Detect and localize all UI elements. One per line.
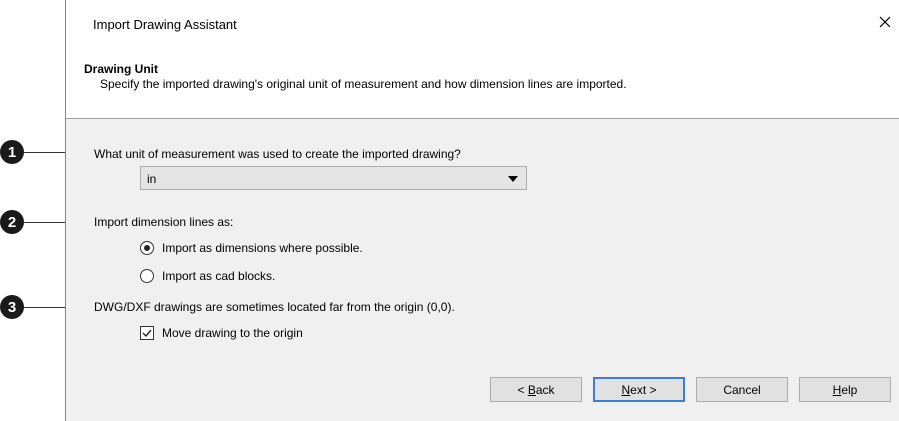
- wizard-footer: < Back Next > Cancel Help: [66, 365, 899, 421]
- radio-import-as-cad-blocks[interactable]: [140, 269, 154, 283]
- next-button[interactable]: Next >: [593, 377, 685, 402]
- callout-2: 2: [0, 210, 24, 234]
- radio-import-as-dimensions[interactable]: [140, 241, 154, 255]
- checkmark-icon: [142, 329, 152, 338]
- radio-import-as-cad-blocks-label[interactable]: Import as cad blocks.: [162, 269, 275, 283]
- callout-3: 3: [0, 295, 24, 319]
- callout-3-leader: [24, 307, 70, 308]
- origin-note-label: DWG/DXF drawings are sometimes located f…: [94, 300, 455, 314]
- move-to-origin-label[interactable]: Move drawing to the origin: [162, 326, 303, 340]
- close-icon: [879, 16, 891, 28]
- dimension-lines-label: Import dimension lines as:: [94, 215, 234, 229]
- page-description: Specify the imported drawing's original …: [100, 77, 627, 91]
- close-button[interactable]: [873, 10, 897, 34]
- help-button[interactable]: Help: [799, 377, 891, 402]
- unit-select[interactable]: in: [140, 166, 527, 190]
- unit-select-value: in: [147, 172, 157, 186]
- callout-2-leader: [24, 222, 70, 223]
- cancel-button[interactable]: Cancel: [696, 377, 788, 402]
- import-drawing-dialog: Import Drawing Assistant Drawing Unit Sp…: [65, 0, 899, 421]
- wizard-body: What unit of measurement was used to cre…: [66, 119, 899, 365]
- move-to-origin-checkbox[interactable]: [140, 326, 154, 340]
- unit-question-label: What unit of measurement was used to cre…: [94, 147, 461, 161]
- chevron-down-icon: [508, 176, 518, 182]
- back-button[interactable]: < Back: [490, 377, 582, 402]
- callout-1: 1: [0, 140, 24, 164]
- radio-import-as-dimensions-label[interactable]: Import as dimensions where possible.: [162, 241, 363, 255]
- callout-1-leader: [24, 152, 70, 153]
- page-title: Drawing Unit: [84, 62, 158, 76]
- title-bar: Import Drawing Assistant: [66, 0, 899, 52]
- wizard-header: Drawing Unit Specify the imported drawin…: [66, 52, 899, 118]
- window-title: Import Drawing Assistant: [93, 17, 237, 32]
